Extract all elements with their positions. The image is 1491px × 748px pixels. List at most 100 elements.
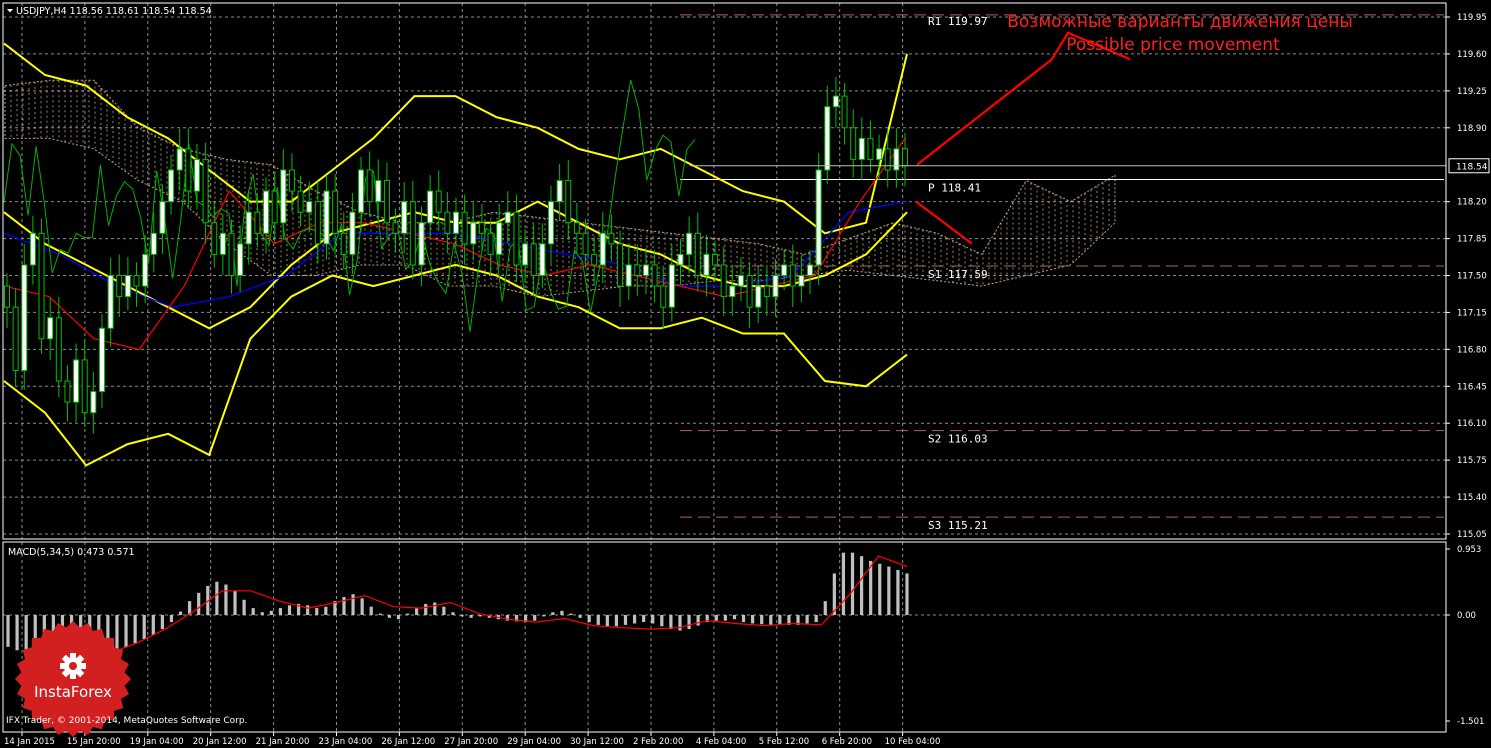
candle-body: [815, 169, 822, 266]
macd-histogram-bar: [324, 606, 328, 615]
macd-histogram-bar: [569, 613, 573, 615]
price-tick-label: 115.05: [1457, 530, 1487, 540]
macd-histogram-bar: [878, 563, 882, 615]
macd-histogram-bar: [433, 602, 437, 615]
macd-histogram-bar: [850, 552, 855, 615]
candle-body: [772, 275, 779, 298]
candle-body: [513, 211, 520, 266]
candle-body: [73, 359, 80, 403]
macd-histogram-bar: [478, 615, 482, 617]
candle-body: [366, 169, 373, 203]
trading-chart[interactable]: R1 119.97 P 118.41 S1 117.59 S2 116.03 S3 11…: [0, 0, 1491, 748]
macd-tick-label: -1.501: [1457, 717, 1484, 727]
macd-histogram-bar: [415, 608, 419, 615]
candle-body: [720, 264, 727, 298]
candle-body: [288, 169, 295, 192]
price-tick-label: 116.45: [1457, 382, 1487, 392]
candle-body: [98, 327, 105, 393]
candle-body: [547, 201, 554, 245]
macd-histogram-bar: [896, 569, 900, 615]
macd-histogram-bar: [823, 601, 827, 615]
candle-body: [746, 275, 753, 308]
candle-body: [884, 148, 891, 171]
candle-body: [832, 95, 839, 108]
macd-histogram-bar: [542, 615, 546, 617]
macd-histogram-bar: [233, 590, 237, 615]
candle-body: [81, 359, 88, 414]
macd-histogram-bar: [551, 612, 555, 615]
candle-body: [712, 253, 719, 266]
candle-body: [219, 232, 226, 255]
candle-body: [124, 275, 131, 298]
price-tick-label: 118.20: [1457, 198, 1487, 208]
macd-histogram-bar: [859, 556, 864, 615]
price-tick-label: 117.50: [1457, 272, 1487, 282]
macd-histogram-bar: [405, 613, 410, 615]
time-tick-label: 4 Feb 04:00: [696, 737, 746, 747]
macd-histogram-bar: [714, 615, 718, 621]
candle-body: [340, 232, 347, 255]
time-tick-label: 20 Jan 12:00: [193, 737, 247, 747]
candle-body: [755, 285, 762, 308]
chart-background: [0, 0, 1491, 748]
macd-histogram-bar: [351, 594, 355, 615]
time-tick-label: 23 Jan 04:00: [319, 737, 373, 747]
candle-body: [893, 148, 900, 171]
pivot-label-p: P 118.41: [928, 181, 981, 194]
macd-histogram-bar: [741, 615, 746, 623]
price-tick-label: 117.85: [1457, 235, 1487, 245]
macd-histogram-bar: [760, 615, 764, 625]
macd-histogram-bar: [369, 606, 373, 615]
candle-body: [556, 180, 563, 203]
candle-body: [168, 169, 175, 203]
time-tick-label: 6 Feb 20:00: [822, 737, 872, 747]
macd-histogram-bar: [769, 615, 773, 625]
candle-body: [64, 380, 71, 403]
macd-histogram-bar: [387, 615, 391, 618]
macd-histogram-bar: [197, 592, 201, 615]
price-tick-label: 119.60: [1457, 50, 1487, 60]
candle-body: [617, 243, 624, 287]
candle-body: [867, 137, 874, 160]
candle-body: [323, 190, 330, 245]
bearish-candle[interactable]: [38, 218, 45, 354]
macd-histogram-bar: [605, 615, 609, 627]
candle-body: [401, 201, 408, 234]
bullish-candle[interactable]: [815, 152, 822, 286]
candle-body: [107, 275, 114, 329]
macd-histogram-bar: [642, 615, 646, 623]
macd-histogram-bar: [814, 615, 818, 623]
macd-histogram-bar: [805, 615, 809, 624]
candle-body: [539, 243, 546, 276]
candle-body: [470, 222, 477, 245]
macd-histogram-bar: [578, 615, 582, 618]
macd-histogram-bar: [260, 612, 264, 615]
candle-body: [254, 211, 261, 234]
macd-histogram-bar: [215, 581, 219, 615]
macd-histogram-bar: [178, 611, 183, 615]
candle-body: [807, 264, 814, 276]
candle-body: [902, 148, 908, 167]
candle-body: [245, 211, 252, 245]
macd-histogram-bar: [142, 615, 146, 640]
macd-histogram-bar: [278, 608, 283, 615]
candle-body: [358, 169, 365, 213]
macd-histogram-bar: [832, 573, 836, 615]
candle-body: [159, 201, 166, 234]
candle-body: [280, 169, 287, 224]
macd-histogram-bar: [632, 615, 637, 624]
bullish-candle[interactable]: [21, 243, 28, 390]
macd-info: MACD(5,34,5) 0.473 0.571: [8, 547, 135, 558]
candle-body: [591, 253, 598, 266]
symbol-info: USDJPY,H4 118.56 118.61 118.54 118.54: [16, 6, 212, 17]
macd-histogram-bar: [596, 615, 600, 625]
macd-histogram-bar: [342, 596, 346, 615]
macd-histogram-bar: [560, 610, 564, 615]
macd-histogram-bar: [424, 603, 428, 615]
candle-body: [4, 285, 10, 308]
time-tick-label: 15 Jan 20:00: [67, 737, 121, 747]
pivot-label-s2: S2 116.03: [928, 433, 988, 446]
candle-body: [608, 232, 615, 245]
candle-body: [237, 243, 244, 276]
candle-body: [263, 190, 270, 234]
